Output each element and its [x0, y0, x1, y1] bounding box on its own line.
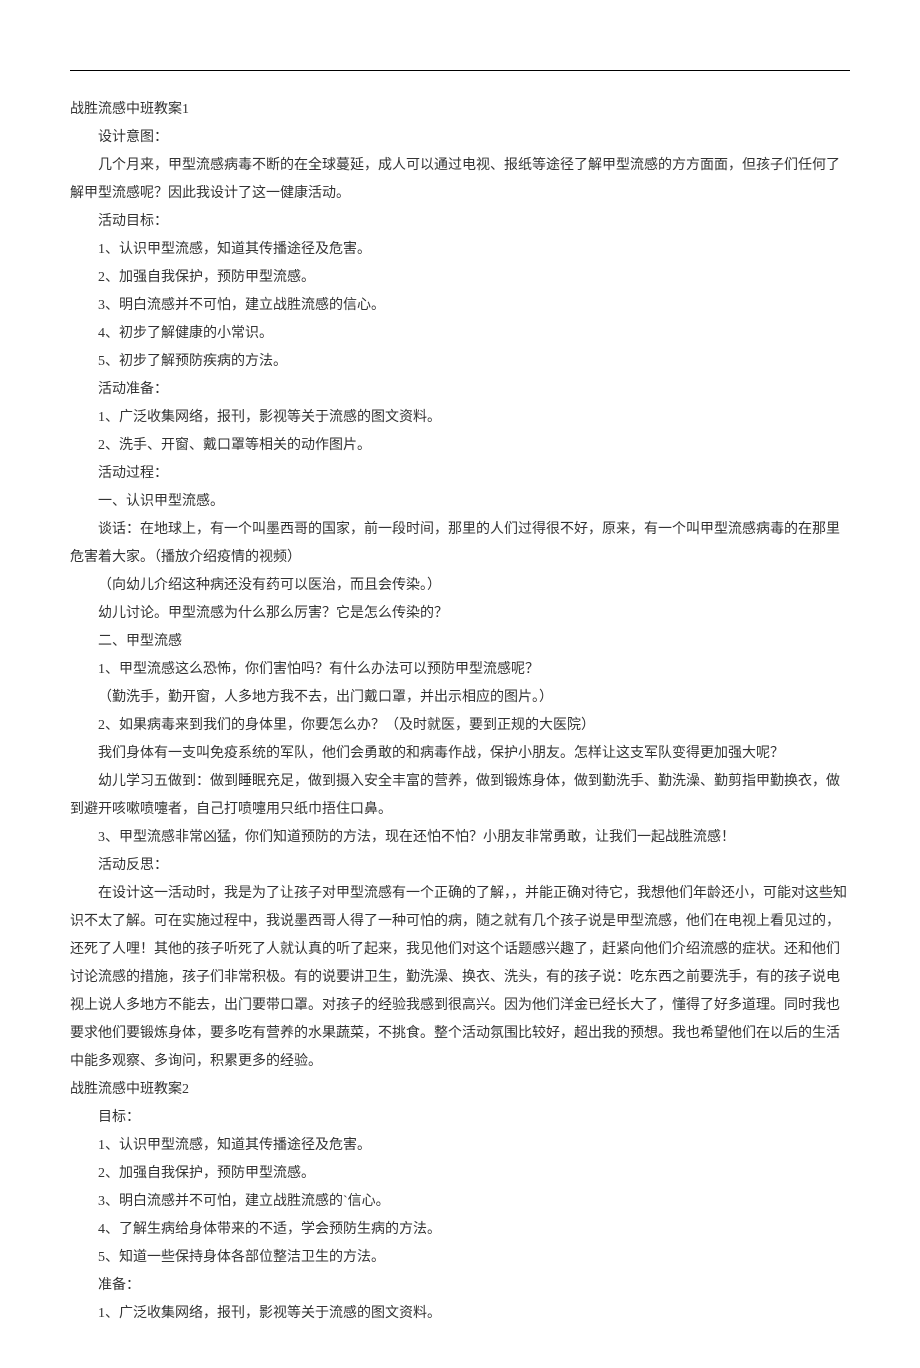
- paragraph: 一、认识甲型流感。: [70, 488, 850, 516]
- section-title: 战胜流感中班教案2: [70, 1076, 850, 1104]
- paragraph: 目标：: [70, 1104, 850, 1132]
- list-item: 2、加强自我保护，预防甲型流感。: [70, 264, 850, 292]
- paragraph: 幼儿讨论。甲型流感为什么那么厉害？它是怎么传染的？: [70, 600, 850, 628]
- list-item: 1、认识甲型流感，知道其传播途径及危害。: [70, 1132, 850, 1160]
- document-page: 战胜流感中班教案1设计意图：几个月来，甲型流感病毒不断的在全球蔓延，成人可以通过…: [0, 0, 920, 1368]
- list-item: 2、加强自我保护，预防甲型流感。: [70, 1160, 850, 1188]
- list-item: 5、知道一些保持身体各部位整洁卫生的方法。: [70, 1244, 850, 1272]
- list-item: 1、认识甲型流感，知道其传播途径及危害。: [70, 236, 850, 264]
- paragraph: 二、甲型流感: [70, 628, 850, 656]
- list-item: 3、明白流感并不可怕，建立战胜流感的`信心。: [70, 1188, 850, 1216]
- paragraph: 活动目标：: [70, 208, 850, 236]
- document-body: 战胜流感中班教案1设计意图：几个月来，甲型流感病毒不断的在全球蔓延，成人可以通过…: [70, 96, 850, 1328]
- list-item: 2、洗手、开窗、戴口罩等相关的动作图片。: [70, 432, 850, 460]
- paragraph: 幼儿学习五做到：做到睡眠充足，做到摄入安全丰富的营养，做到锻炼身体，做到勤洗手、…: [70, 768, 850, 824]
- top-horizontal-rule: [70, 70, 850, 71]
- paragraph: 活动反思：: [70, 852, 850, 880]
- paragraph: 谈话：在地球上，有一个叫墨西哥的国家，前一段时间，那里的人们过得很不好，原来，有…: [70, 516, 850, 572]
- list-item: 1、甲型流感这么恐怖，你们害怕吗？有什么办法可以预防甲型流感呢？: [70, 656, 850, 684]
- paragraph: （向幼儿介绍这种病还没有药可以医治，而且会传染。）: [70, 572, 850, 600]
- list-item: 3、甲型流感非常凶猛，你们知道预防的方法，现在还怕不怕？小朋友非常勇敢，让我们一…: [70, 824, 850, 852]
- paragraph: 设计意图：: [70, 124, 850, 152]
- list-item: 5、初步了解预防疾病的方法。: [70, 348, 850, 376]
- paragraph: （勤洗手，勤开窗，人多地方我不去，出门戴口罩，并出示相应的图片。）: [70, 684, 850, 712]
- paragraph: 活动准备：: [70, 376, 850, 404]
- list-item: 4、初步了解健康的小常识。: [70, 320, 850, 348]
- list-item: 1、广泛收集网络，报刊，影视等关于流感的图文资料。: [70, 1300, 850, 1328]
- paragraph: 在设计这一活动时，我是为了让孩子对甲型流感有一个正确的了解，，并能正确对待它，我…: [70, 880, 850, 1076]
- paragraph: 活动过程：: [70, 460, 850, 488]
- list-item: 3、明白流感并不可怕，建立战胜流感的信心。: [70, 292, 850, 320]
- paragraph: 我们身体有一支叫免疫系统的军队，他们会勇敢的和病毒作战，保护小朋友。怎样让这支军…: [70, 740, 850, 768]
- paragraph: 准备：: [70, 1272, 850, 1300]
- section-title: 战胜流感中班教案1: [70, 96, 850, 124]
- list-item: 1、广泛收集网络，报刊，影视等关于流感的图文资料。: [70, 404, 850, 432]
- paragraph: 几个月来，甲型流感病毒不断的在全球蔓延，成人可以通过电视、报纸等途径了解甲型流感…: [70, 152, 850, 208]
- list-item: 2、如果病毒来到我们的身体里，你要怎么办？（及时就医，要到正规的大医院）: [70, 712, 850, 740]
- list-item: 4、了解生病给身体带来的不适，学会预防生病的方法。: [70, 1216, 850, 1244]
